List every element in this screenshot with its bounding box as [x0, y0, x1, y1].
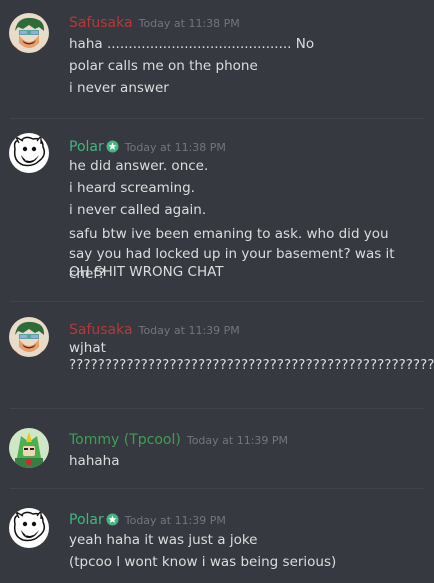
author-name[interactable]: Safusaka: [69, 322, 133, 338]
message-line: i heard screaming.: [69, 180, 195, 196]
author-name[interactable]: Tommy (Tpcool): [69, 432, 181, 448]
message-divider: [10, 488, 424, 489]
message-line: he did answer. once.: [69, 158, 209, 174]
message-divider: [10, 408, 424, 409]
author-name[interactable]: Safusaka: [69, 15, 133, 31]
tommy-avatar[interactable]: [9, 428, 49, 468]
author-name[interactable]: Polar: [69, 512, 104, 528]
safusaka-avatar[interactable]: [9, 13, 49, 53]
message-line: hahaha: [69, 453, 120, 469]
message-line: yeah haha it was just a joke: [69, 532, 258, 548]
star-badge-icon: [106, 511, 119, 530]
timestamp: Today at 11:39 PM: [124, 514, 226, 527]
message-line: OH SHIT WRONG CHAT: [69, 264, 224, 280]
message-line: (tpcoo l wont know i was being serious): [69, 554, 337, 570]
safusaka-avatar[interactable]: [9, 317, 49, 357]
message-divider: [10, 118, 424, 119]
timestamp: Today at 11:38 PM: [124, 141, 226, 154]
timestamp: Today at 11:38 PM: [138, 17, 240, 30]
timestamp: Today at 11:39 PM: [186, 434, 289, 447]
message-line: i never called again.: [69, 202, 207, 218]
message-line: i never answer: [69, 80, 169, 96]
message-line: polar calls me on the phone: [69, 58, 258, 74]
timestamp: Today at 11:39 PM: [138, 324, 240, 337]
polar-avatar[interactable]: [9, 133, 49, 173]
star-badge-icon: [106, 138, 119, 157]
author-name[interactable]: Polar: [69, 139, 104, 155]
message-line: wjhat ??????????????????????????????????…: [69, 340, 434, 373]
message-divider: [10, 301, 424, 302]
message-line: haha ...................................…: [69, 36, 315, 52]
polar-avatar[interactable]: [9, 508, 49, 548]
